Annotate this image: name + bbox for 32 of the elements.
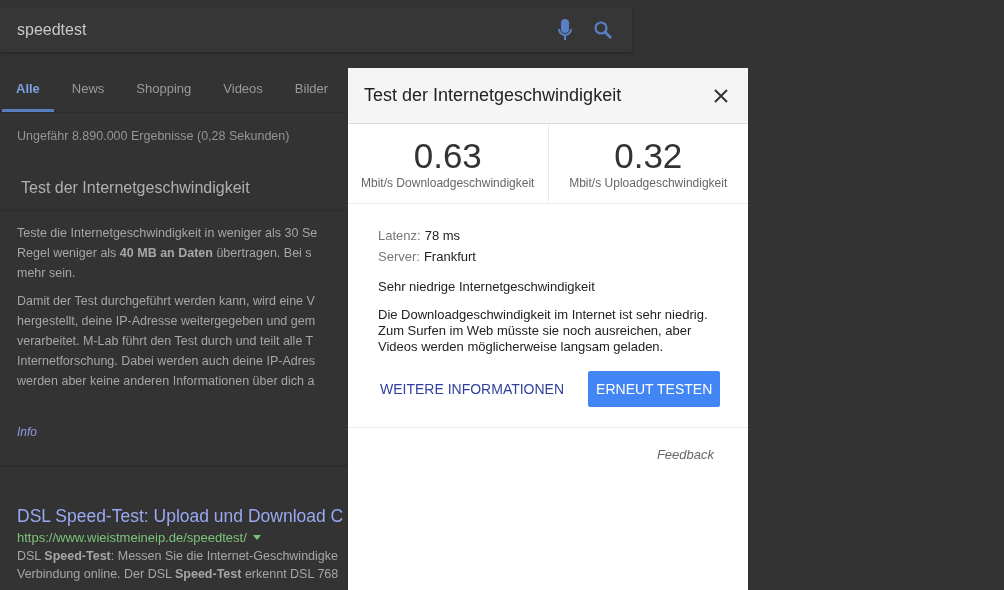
retest-button[interactable]: ERNEUT TESTEN [588,371,721,407]
close-icon[interactable] [714,88,728,103]
speed-label: Mbit/s Downloadgeschwindigkeit [361,176,535,190]
speed-value: 0.63 [413,138,482,174]
paragraph: Damit der Test durchgeführt werden kann, wird eine V hergestellt, deine IP-Adresse weitergegeben und gem verarbeitet. M-Lab führt den Test durch und teilt alle T Internetforschung. Dabei werden auch deine IP-Adres werden aber keine anderen Informationen über dich a [17,293,317,390]
search-icon[interactable] [594,21,612,39]
search-tab[interactable]: Alle [2,76,54,112]
paragraph: Teste die Internetgeschwindigkeit in weniger als 30 Se Regel weniger als 40 MB an Daten übertragen. Bei s mehr sein. [17,225,319,282]
speed-label: Mbit/s Uploadgeschwindigkeit [569,176,728,190]
description: Die Downloadgeschwindigkeit im Internet ist sehr niedrig. Zum Surfen im Web müsste sie noch ausreichen, aber Videos werden möglicherweise langsam geladen. [378,307,708,355]
caret-icon[interactable] [252,535,261,540]
result-title-link[interactable]: DSL Speed-Test: Upload und Download C [17,506,1004,527]
detail-value: Frankfurt [423,249,476,264]
speed-value: 0.32 [614,138,683,174]
result-snippet: DSL Speed-Test: Messen Sie die Internet-Geschwindigke Verbindung online. Der DSL Speed-Test erkennt DSL 768 [17,548,340,583]
result-stats: Ungefähr 8.890.000 Ergebnisse (0,28 Sekunden) [17,129,291,143]
search-query: speedtest [17,21,88,39]
search-tab[interactable]: Videos [209,76,277,112]
more-info-button[interactable]: WEITERE INFORMATIONEN [372,371,573,407]
info-link[interactable]: Info [17,425,37,439]
microphone-icon[interactable] [558,19,572,41]
speed-verdict: Sehr niedrige Internetgeschwindigkeit [378,279,596,294]
search-field[interactable]: speedtest [0,8,632,52]
dialog-title: Test der Internetgeschwindigkeit [364,85,622,106]
search-tab[interactable]: Bilder [280,76,343,112]
detail-label: Latenz: [378,228,421,243]
detail-value: 78 ms [424,228,461,243]
detail-label: Server: [378,249,420,264]
result-url: https://www.wieistmeineip.de/speedtest/ [17,530,247,545]
search-tab[interactable]: Shopping [122,76,206,112]
feedback-link[interactable]: Feedback [656,447,714,462]
search-tab[interactable]: News [57,76,119,112]
